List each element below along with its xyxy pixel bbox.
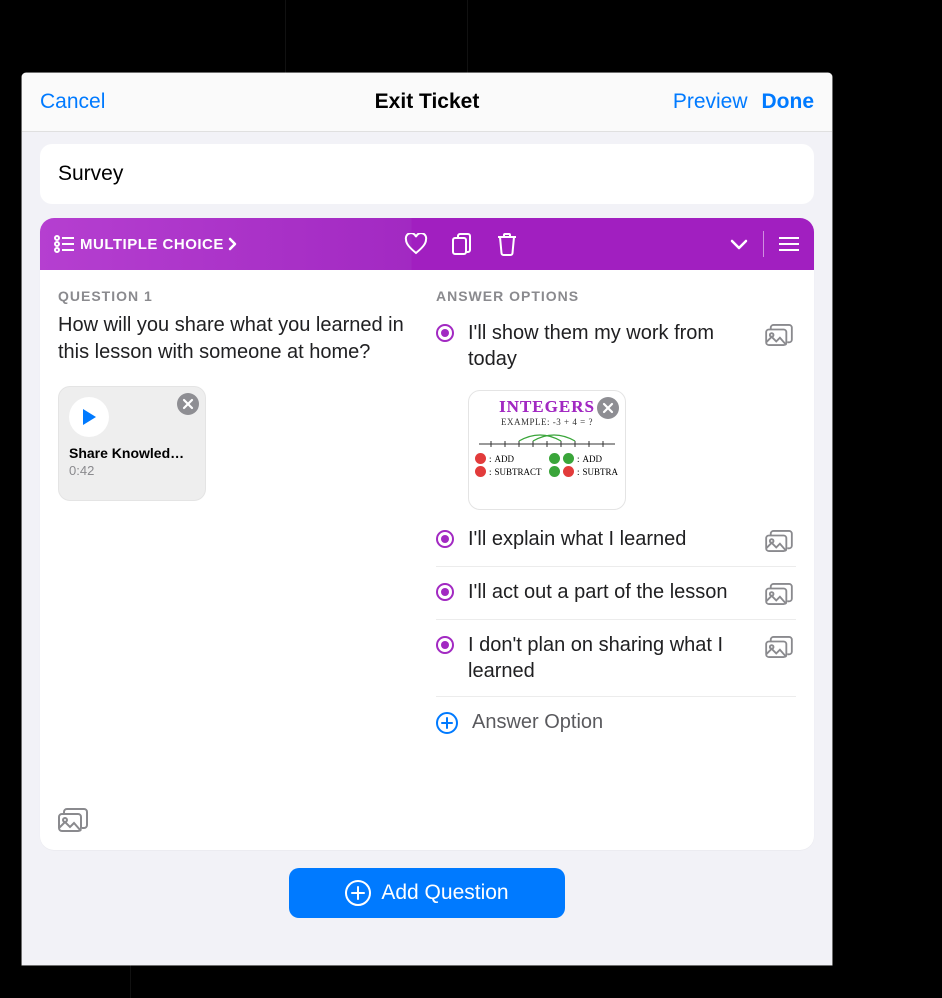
plus-circle-icon bbox=[345, 880, 371, 906]
answer-radio[interactable] bbox=[436, 530, 454, 548]
add-answer-media-button[interactable] bbox=[762, 322, 796, 348]
divider bbox=[763, 231, 764, 257]
answer-media-thumbnail[interactable]: INTEGERS EXAMPLE: -3 + 4 = ? bbox=[468, 390, 626, 510]
chevron-down-icon bbox=[729, 237, 749, 251]
survey-title-input[interactable]: Survey bbox=[40, 144, 814, 204]
play-icon bbox=[81, 408, 97, 426]
add-answer-option-label: Answer Option bbox=[472, 711, 603, 734]
checklist-icon bbox=[54, 235, 76, 253]
image-stack-icon bbox=[765, 324, 793, 346]
answer-text[interactable]: I'll explain what I learned bbox=[468, 526, 748, 552]
preview-button[interactable]: Preview bbox=[673, 90, 748, 114]
close-icon bbox=[182, 398, 194, 410]
favorite-button[interactable] bbox=[404, 233, 428, 255]
delete-button[interactable] bbox=[496, 232, 518, 256]
answers-column: ANSWER OPTIONS I'll show them my work fr… bbox=[436, 288, 796, 826]
media-title: Share Knowled… bbox=[69, 445, 195, 461]
answer-option-row: I don't plan on sharing what I learned bbox=[436, 619, 796, 696]
image-stack-icon bbox=[765, 583, 793, 605]
add-question-button[interactable]: Add Question bbox=[289, 868, 565, 918]
question-card: MULTIPLE CHOICE bbox=[40, 218, 814, 850]
question-card-header: MULTIPLE CHOICE bbox=[40, 218, 814, 270]
answer-text[interactable]: I'll act out a part of the lesson bbox=[468, 579, 748, 605]
cancel-button[interactable]: Cancel bbox=[40, 90, 105, 114]
answer-text[interactable]: I'll show them my work from today bbox=[468, 320, 748, 372]
question-type-selector[interactable]: MULTIPLE CHOICE bbox=[54, 235, 238, 253]
add-answer-media-button[interactable] bbox=[762, 581, 796, 607]
add-answer-option-button[interactable]: Answer Option bbox=[436, 696, 796, 738]
remove-media-button[interactable] bbox=[597, 397, 619, 419]
reorder-handle[interactable] bbox=[778, 236, 800, 252]
trash-icon bbox=[496, 232, 518, 256]
add-answer-media-button[interactable] bbox=[762, 634, 796, 660]
answer-radio[interactable] bbox=[436, 636, 454, 654]
question-media-tile[interactable]: Share Knowled… 0:42 bbox=[58, 386, 206, 501]
thumb-legend: : ADD : ADD : SUBTRACT : SUBTRA bbox=[475, 453, 619, 477]
page-title: Exit Ticket bbox=[375, 90, 480, 114]
callout-line bbox=[285, 0, 286, 73]
question-column: QUESTION 1 How will you share what you l… bbox=[58, 288, 418, 826]
image-stack-icon bbox=[58, 808, 88, 832]
duplicate-button[interactable] bbox=[450, 232, 474, 256]
question-type-label: MULTIPLE CHOICE bbox=[80, 236, 224, 253]
image-stack-icon bbox=[765, 530, 793, 552]
answer-text[interactable]: I don't plan on sharing what I learned bbox=[468, 632, 748, 684]
answer-option-row: I'll act out a part of the lesson bbox=[436, 566, 796, 619]
answer-radio[interactable] bbox=[436, 583, 454, 601]
answer-radio[interactable] bbox=[436, 324, 454, 342]
answer-option-row: I'll show them my work from today bbox=[436, 316, 796, 384]
plus-circle-icon bbox=[436, 712, 458, 734]
number-line-graphic bbox=[475, 431, 619, 449]
done-button[interactable]: Done bbox=[762, 90, 815, 114]
chevron-right-icon bbox=[228, 237, 238, 251]
callout-line bbox=[467, 0, 468, 73]
media-duration: 0:42 bbox=[69, 463, 195, 478]
add-question-media-button[interactable] bbox=[58, 808, 88, 832]
thumb-subtitle: EXAMPLE: -3 + 4 = ? bbox=[501, 417, 593, 427]
nav-bar: Cancel Exit Ticket Preview Done bbox=[22, 73, 832, 132]
add-question-label: Add Question bbox=[381, 881, 508, 905]
close-icon bbox=[602, 402, 614, 414]
question-index-label: QUESTION 1 bbox=[58, 288, 418, 304]
answer-options-label: ANSWER OPTIONS bbox=[436, 288, 796, 304]
exit-ticket-editor: Cancel Exit Ticket Preview Done Survey bbox=[22, 73, 832, 965]
image-stack-icon bbox=[765, 636, 793, 658]
answer-option-row: I'll explain what I learned bbox=[436, 514, 796, 566]
duplicate-icon bbox=[450, 232, 474, 256]
heart-icon bbox=[404, 233, 428, 255]
thumb-title: INTEGERS bbox=[499, 397, 595, 417]
add-answer-media-button[interactable] bbox=[762, 528, 796, 554]
drag-handle-icon bbox=[778, 236, 800, 252]
collapse-button[interactable] bbox=[729, 237, 749, 251]
remove-media-button[interactable] bbox=[177, 393, 199, 415]
play-button[interactable] bbox=[69, 397, 109, 437]
question-text[interactable]: How will you share what you learned in t… bbox=[58, 312, 418, 366]
